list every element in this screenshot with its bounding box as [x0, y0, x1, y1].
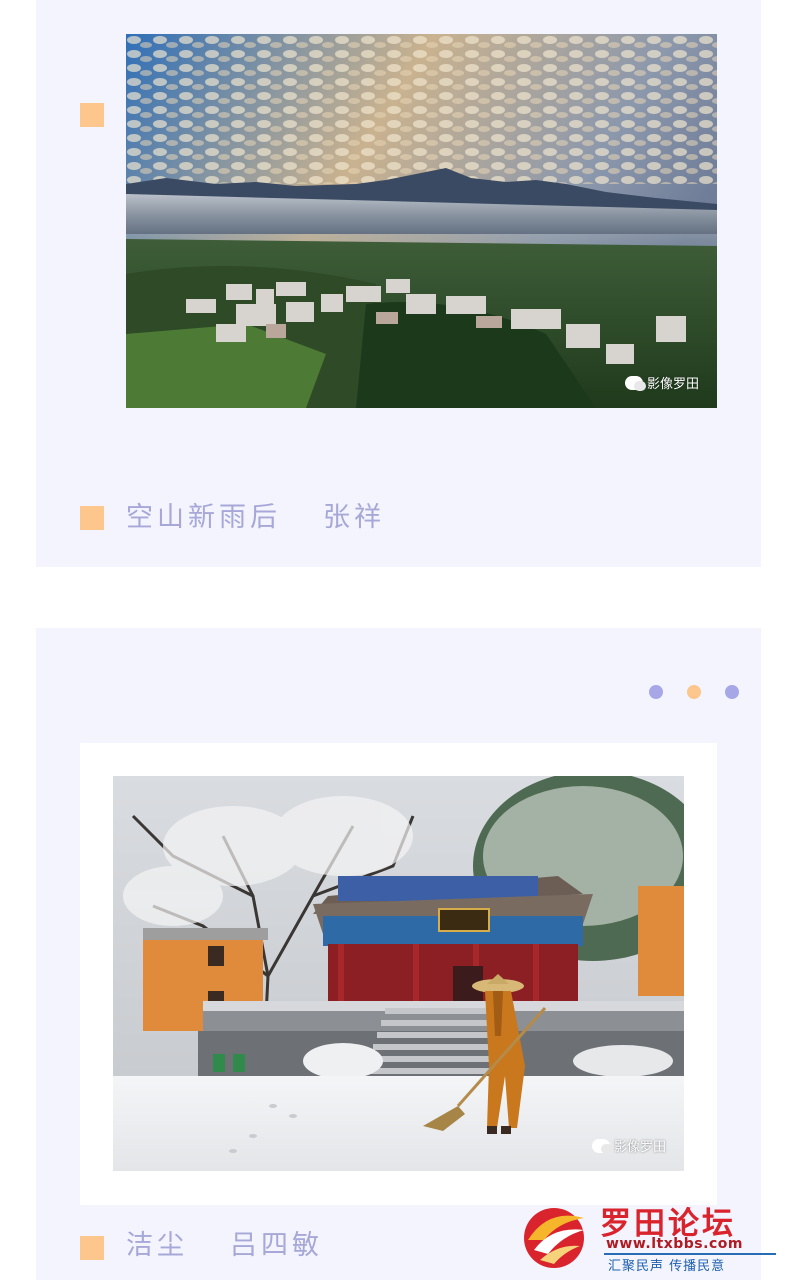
forum-logo-icon: [524, 1208, 584, 1268]
decor-square-caption: [80, 506, 104, 530]
decor-dot-2: [687, 685, 701, 699]
decor-dot-1: [649, 685, 663, 699]
decor-square-top: [80, 103, 104, 127]
caption-author: 吕四敏: [230, 1230, 323, 1261]
wechat-icon: [624, 375, 646, 391]
post-card-2: 影像罗田 洁尘 吕四敏: [36, 628, 761, 1280]
photo-caption-2: 洁尘 吕四敏: [126, 1226, 323, 1266]
watermark-text: 影像罗田: [613, 1140, 666, 1155]
caption-author: 张祥: [323, 502, 385, 533]
mountain-village-image: [126, 34, 717, 408]
forum-url: www.ltxbbs.com: [606, 1236, 743, 1252]
wechat-icon: [591, 1138, 613, 1154]
forum-logo[interactable]: 罗田论坛 www.ltxbbs.com 汇聚民声 传播民意: [518, 1198, 782, 1274]
decor-square-caption-2: [80, 1236, 104, 1260]
photo-caption-1: 空山新雨后 张祥: [126, 498, 385, 538]
temple-snow-image: [113, 776, 684, 1171]
watermark-2: 影像罗田: [591, 1136, 666, 1155]
photo-temple-snow[interactable]: 影像罗田: [113, 776, 684, 1171]
photo-mountain-village[interactable]: 影像罗田: [126, 34, 717, 408]
decor-dot-3: [725, 685, 739, 699]
photo-frame: 影像罗田: [80, 743, 717, 1205]
watermark-text: 影像罗田: [646, 377, 699, 392]
watermark-1: 影像罗田: [624, 373, 699, 392]
forum-slogan: 汇聚民声 传播民意: [608, 1259, 726, 1274]
caption-title: 空山新雨后: [126, 502, 281, 533]
post-card-1: 影像罗田 空山新雨后 张祥: [36, 0, 761, 567]
caption-title: 洁尘: [126, 1230, 188, 1261]
